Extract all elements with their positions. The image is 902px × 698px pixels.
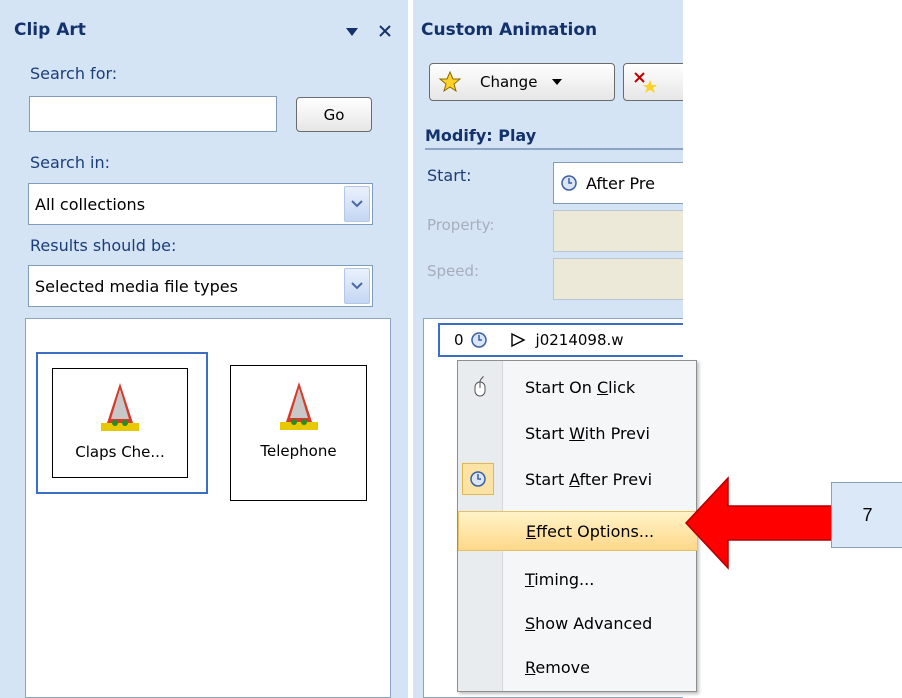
clock-icon	[462, 463, 494, 495]
property-label: Property:	[427, 216, 495, 234]
remove-effect-button[interactable]	[623, 63, 683, 101]
search-for-label: Search for:	[30, 64, 118, 83]
remove-effect-icon	[634, 72, 657, 93]
menu-item-remove[interactable]: Remove	[458, 649, 696, 685]
results-type-value: Selected media file types	[35, 276, 238, 296]
change-label: Change	[480, 73, 538, 91]
results-type-dropdown[interactable]: Selected media file types	[28, 265, 373, 307]
search-in-dropdown[interactable]: All collections	[28, 183, 373, 225]
search-input[interactable]	[29, 96, 277, 132]
speed-label: Speed:	[427, 262, 480, 280]
star-icon	[438, 70, 462, 93]
menu-item-label: Effect Options...	[526, 521, 655, 541]
menu-item-label: Start With Previ	[525, 423, 650, 443]
menu-item-show-advanced[interactable]: Show Advanced	[458, 605, 696, 641]
mouse-icon	[462, 369, 498, 405]
red-arrow-icon	[684, 476, 833, 570]
clock-icon	[470, 332, 487, 348]
menu-item-start-after-previous[interactable]: Start After Previ	[458, 461, 696, 497]
animation-list-item[interactable]: 0 j0214098.w	[438, 323, 683, 357]
results-panel: Claps Che... Telephone	[25, 318, 391, 698]
media-cone-icon	[101, 383, 139, 431]
clock-icon	[561, 175, 577, 191]
result-label: Telephone	[260, 442, 337, 460]
animation-index: 0	[454, 331, 464, 349]
start-label: Start:	[427, 166, 472, 185]
play-icon	[510, 332, 526, 348]
step-callout: 7	[831, 482, 902, 548]
close-icon[interactable]	[376, 20, 394, 40]
context-menu: Start On Click Start With Previ Start Af…	[457, 360, 698, 692]
clip-art-pane: Clip Art Search for: Go Search in: All c…	[0, 0, 408, 698]
modify-heading: Modify: Play	[425, 126, 537, 145]
custom-animation-title: Custom Animation	[421, 20, 598, 40]
results-label: Results should be:	[30, 236, 177, 255]
result-item-selected[interactable]: Claps Che...	[36, 352, 208, 494]
chevron-down-icon[interactable]	[344, 186, 370, 222]
change-button[interactable]: Change	[429, 63, 615, 101]
pane-menu-icon[interactable]	[344, 24, 360, 38]
menu-item-effect-options[interactable]: Effect Options...	[458, 511, 698, 551]
menu-item-timing[interactable]: Timing...	[458, 561, 696, 597]
speed-field	[553, 258, 683, 300]
media-cone-icon	[279, 382, 318, 430]
menu-item-start-on-click[interactable]: Start On Click	[458, 369, 696, 405]
divider	[425, 148, 683, 150]
menu-item-label: Start After Previ	[525, 469, 653, 489]
start-value: After Pre	[586, 173, 655, 193]
menu-item-label: Start On Click	[525, 377, 636, 397]
search-in-label: Search in:	[30, 153, 111, 172]
start-dropdown[interactable]: After Pre	[553, 162, 683, 204]
property-field	[553, 210, 683, 252]
menu-item-start-with-previous[interactable]: Start With Previ	[458, 415, 696, 451]
result-thumbnail[interactable]: Telephone	[230, 365, 367, 501]
result-thumbnail[interactable]: Claps Che...	[52, 368, 188, 478]
go-button[interactable]: Go	[296, 97, 372, 132]
chevron-down-icon	[552, 79, 563, 85]
result-label: Claps Che...	[75, 443, 165, 461]
clip-art-title: Clip Art	[14, 20, 86, 40]
chevron-down-icon[interactable]	[344, 268, 370, 304]
menu-item-label: Show Advanced	[525, 613, 653, 633]
search-in-value: All collections	[35, 194, 146, 214]
background-area	[683, 0, 902, 698]
menu-item-label: Remove	[525, 657, 590, 677]
menu-item-label: Timing...	[525, 569, 595, 589]
animation-name: j0214098.w	[535, 331, 624, 349]
